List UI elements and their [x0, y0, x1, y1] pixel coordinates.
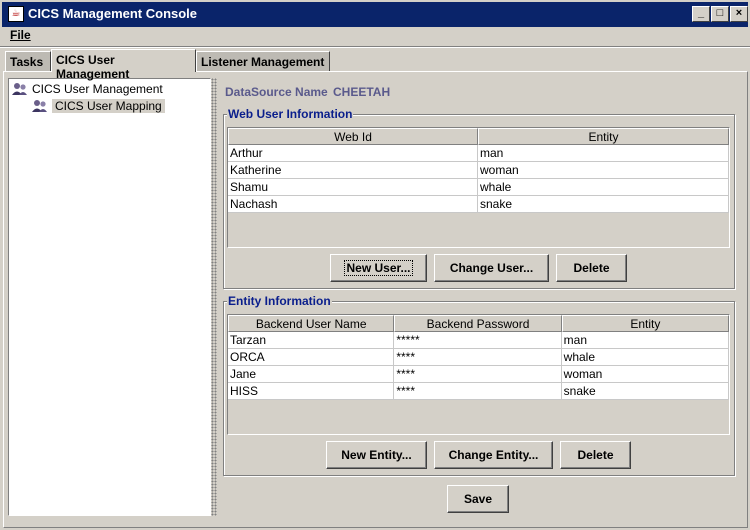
cell-backend-user-name: HISS	[228, 383, 395, 400]
cell-web-id: Arthur	[228, 145, 478, 162]
entity-table[interactable]: Backend User Name Backend Password Entit…	[227, 314, 730, 435]
cell-backend-user-name: Tarzan	[228, 332, 395, 349]
entity-table-body: Tarzan ***** man ORCA **** whale Jane **…	[228, 332, 729, 400]
menu-file[interactable]: File	[10, 28, 31, 42]
cell-entity: whale	[562, 349, 729, 366]
cell-web-id: Nachash	[228, 196, 478, 213]
column-header-backend-user-name[interactable]: Backend User Name	[228, 315, 395, 332]
new-user-button[interactable]: New User...	[330, 254, 427, 282]
tab-cics-user-management-label: CICS User Management	[56, 53, 130, 81]
cell-entity: snake	[478, 196, 729, 213]
java-coffee-cup-icon: ☕	[8, 6, 24, 22]
users-icon	[12, 83, 27, 95]
tab-tasks[interactable]: Tasks	[5, 51, 51, 71]
cell-backend-user-name: Jane	[228, 366, 395, 383]
tree-item-cics-user-mapping[interactable]: CICS User Mapping	[32, 99, 165, 113]
table-row[interactable]: Katherine woman	[228, 162, 729, 179]
split-pane-divider[interactable]	[211, 78, 217, 516]
change-entity-button-label: Change Entity...	[448, 448, 539, 462]
cell-entity: snake	[562, 383, 729, 400]
navigation-tree[interactable]: CICS User Management CICS User Mapping	[8, 78, 211, 516]
save-button-label: Save	[463, 492, 493, 506]
datasource-value: CHEETAH	[333, 85, 391, 99]
column-header-backend-password[interactable]: Backend Password	[394, 315, 562, 332]
web-user-table-body: Arthur man Katherine woman Shamu whale N…	[228, 145, 729, 213]
table-row[interactable]: Tarzan ***** man	[228, 332, 729, 349]
table-row[interactable]: Arthur man	[228, 145, 729, 162]
cell-web-id: Shamu	[228, 179, 478, 196]
cell-backend-user-name: ORCA	[228, 349, 395, 366]
entity-info-title: Entity Information	[227, 294, 332, 308]
cell-backend-password: ****	[394, 383, 562, 400]
change-entity-button[interactable]: Change Entity...	[434, 441, 553, 469]
datasource-label: DataSource Name	[225, 85, 328, 99]
save-button[interactable]: Save	[447, 485, 509, 513]
delete-user-button[interactable]: Delete	[556, 254, 627, 282]
tree-root-item[interactable]: CICS User Management	[12, 82, 163, 96]
new-entity-button-label: New Entity...	[341, 448, 412, 462]
cell-entity: man	[562, 332, 729, 349]
cell-backend-password: ****	[394, 349, 562, 366]
change-user-button-label: Change User...	[449, 261, 534, 275]
minimize-button[interactable]: _	[692, 6, 710, 22]
title-bar[interactable]: ☕ CICS Management Console _ □ ×	[0, 0, 750, 27]
cell-entity: man	[478, 145, 729, 162]
close-button[interactable]: ×	[730, 6, 748, 22]
window-title: CICS Management Console	[28, 6, 198, 21]
entity-table-header: Backend User Name Backend Password Entit…	[228, 315, 729, 332]
table-row[interactable]: HISS **** snake	[228, 383, 729, 400]
delete-entity-button-label: Delete	[577, 448, 614, 462]
table-row[interactable]: Jane **** woman	[228, 366, 729, 383]
table-row[interactable]: Shamu whale	[228, 179, 729, 196]
change-user-button[interactable]: Change User...	[434, 254, 549, 282]
web-user-info-title: Web User Information	[227, 107, 354, 121]
column-header-entity[interactable]: Entity	[561, 315, 729, 332]
users-icon	[32, 100, 47, 112]
web-user-table-header: Web Id Entity	[228, 128, 729, 145]
menu-divider-highlight	[0, 47, 750, 48]
tab-tasks-label: Tasks	[10, 55, 44, 69]
table-row[interactable]: ORCA **** whale	[228, 349, 729, 366]
cell-backend-password: *****	[394, 332, 562, 349]
new-entity-button[interactable]: New Entity...	[326, 441, 427, 469]
cell-entity: woman	[562, 366, 729, 383]
table-row[interactable]: Nachash snake	[228, 196, 729, 213]
cell-web-id: Katherine	[228, 162, 478, 179]
maximize-button[interactable]: □	[711, 6, 729, 22]
delete-user-button-label: Delete	[573, 261, 610, 275]
column-header-entity[interactable]: Entity	[478, 128, 729, 145]
cell-backend-password: ****	[394, 366, 562, 383]
web-user-table[interactable]: Web Id Entity Arthur man Katherine woman…	[227, 127, 730, 248]
tree-child-label: CICS User Mapping	[52, 99, 165, 113]
tab-listener-management-label: Listener Management	[201, 55, 325, 69]
column-header-web-id[interactable]: Web Id	[228, 128, 478, 145]
cell-entity: whale	[478, 179, 729, 196]
tab-listener-management[interactable]: Listener Management	[196, 51, 330, 71]
tab-cics-user-management[interactable]: CICS User Management	[51, 49, 196, 81]
delete-entity-button[interactable]: Delete	[560, 441, 631, 469]
tree-root-label: CICS User Management	[32, 82, 163, 96]
new-user-button-label: New User...	[344, 260, 413, 276]
cell-entity: woman	[478, 162, 729, 179]
menu-bar: File	[0, 27, 750, 47]
